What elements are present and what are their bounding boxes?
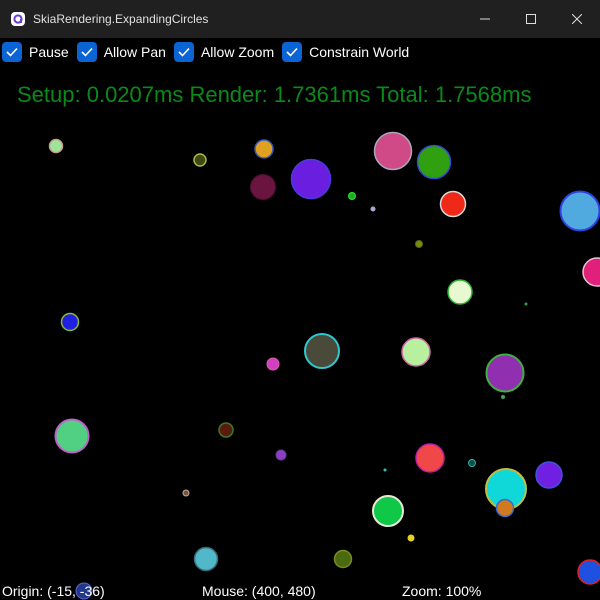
circle [333, 549, 353, 569]
circle [383, 468, 387, 472]
circle [254, 139, 274, 159]
app-icon [11, 12, 25, 26]
circle [415, 443, 445, 473]
checkmark-icon [2, 42, 22, 62]
circle [54, 418, 90, 454]
pause-label: Pause [29, 44, 69, 60]
constrain-world-checkbox[interactable]: Constrain World [282, 42, 409, 62]
render-canvas[interactable] [0, 66, 600, 600]
circle [559, 190, 600, 232]
maximize-icon [526, 14, 536, 24]
circle [218, 422, 234, 438]
circle [290, 158, 332, 200]
close-icon [572, 14, 582, 24]
checkmark-icon [282, 42, 303, 62]
allow-zoom-label: Allow Zoom [200, 44, 275, 60]
constrain-world-label: Constrain World [309, 44, 410, 60]
circle [275, 449, 287, 461]
minimize-icon [480, 18, 490, 20]
mouse-readout: Mouse: (400, 480) [202, 583, 316, 599]
origin-readout: Origin: (-15, -36) [2, 583, 105, 599]
circle [373, 131, 413, 171]
circle [182, 489, 190, 497]
circle [501, 395, 505, 399]
circle [485, 353, 525, 393]
title-bar[interactable]: SkiaRendering.ExpandingCircles [0, 0, 600, 38]
pause-checkbox[interactable]: Pause [2, 42, 69, 62]
zoom-readout: Zoom: 100% [402, 583, 482, 599]
circle [524, 302, 528, 306]
circle [416, 144, 452, 180]
performance-readout: Setup: 0.0207ms Render: 1.7361ms Total: … [17, 82, 532, 107]
close-button[interactable] [554, 0, 600, 38]
circle [495, 498, 515, 518]
circle [401, 337, 431, 367]
circle [577, 559, 600, 585]
allow-pan-checkbox[interactable]: Allow Pan [76, 42, 166, 62]
circle [266, 357, 280, 371]
circle [348, 192, 356, 200]
circle [407, 534, 415, 542]
circle [60, 312, 80, 332]
circle [468, 459, 476, 467]
allow-zoom-checkbox[interactable]: Allow Zoom [173, 42, 275, 62]
allow-pan-label: Allow Pan [103, 44, 166, 60]
status-bar: Origin: (-15, -36) Mouse: (400, 480) Zoo… [0, 582, 600, 600]
circle [250, 174, 276, 200]
circle [447, 279, 473, 305]
circle [582, 257, 600, 287]
checkmark-icon [173, 42, 194, 62]
circle [439, 190, 467, 218]
window-title: SkiaRendering.ExpandingCircles [33, 12, 209, 26]
circle [193, 153, 207, 167]
circle [372, 495, 404, 527]
toolbar: Pause Allow Pan Allow Zoom Constrain Wor… [0, 38, 600, 66]
maximize-button[interactable] [508, 0, 554, 38]
circle [370, 206, 376, 212]
circle [304, 333, 340, 369]
circle [535, 461, 563, 489]
checkmark-icon [76, 42, 97, 62]
circle [48, 138, 64, 154]
circle [415, 240, 423, 248]
minimize-button[interactable] [462, 0, 508, 38]
circle [193, 546, 219, 572]
